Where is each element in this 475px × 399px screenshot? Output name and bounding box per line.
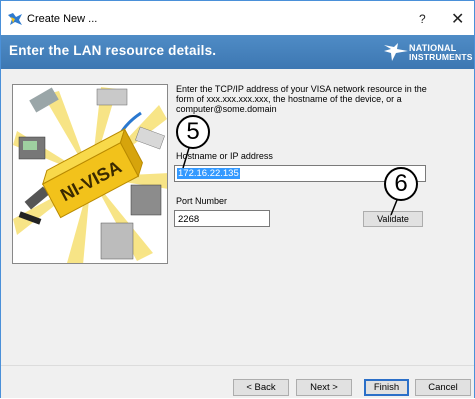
instructions-text: Enter the TCP/IP address of your VISA ne… (176, 84, 427, 114)
ni-visa-illustration: NI-VISA (12, 84, 168, 264)
page-title: Enter the LAN resource details. (9, 43, 217, 58)
port-number-input[interactable]: 2268 (174, 210, 270, 227)
logo-text-instruments: INSTRUMENTS (409, 52, 473, 62)
illustration-graphic: NI-VISA (13, 85, 167, 263)
create-new-dialog: Create New ... ? ✕ Enter the LAN resourc… (0, 0, 475, 398)
port-number-label: Port Number (176, 196, 228, 206)
next-button[interactable]: Next > (296, 379, 352, 396)
hostname-label: Hostname or IP address (176, 151, 273, 161)
close-button[interactable]: ✕ (451, 9, 464, 29)
eagle-icon (384, 43, 408, 61)
validate-button[interactable]: Validate (363, 211, 423, 227)
hostname-value[interactable]: 172.16.22.135 (177, 168, 240, 179)
back-button[interactable]: < Back (233, 379, 289, 396)
finish-button[interactable]: Finish (364, 379, 409, 396)
callout-step-6: 6 (384, 167, 418, 201)
cancel-button[interactable]: Cancel (415, 379, 471, 396)
title-bar[interactable]: Create New ... ? ✕ (1, 1, 474, 35)
callout-step-5: 5 (176, 115, 210, 149)
wizard-footer: < Back Next > Finish Cancel (1, 365, 474, 398)
national-instruments-logo: NATIONAL INSTRUMENTS (384, 43, 475, 65)
ni-app-icon (8, 13, 22, 25)
header-band: Enter the LAN resource details. NATIONAL… (1, 35, 474, 69)
window-title: Create New ... (27, 13, 98, 25)
help-button[interactable]: ? (419, 12, 426, 26)
